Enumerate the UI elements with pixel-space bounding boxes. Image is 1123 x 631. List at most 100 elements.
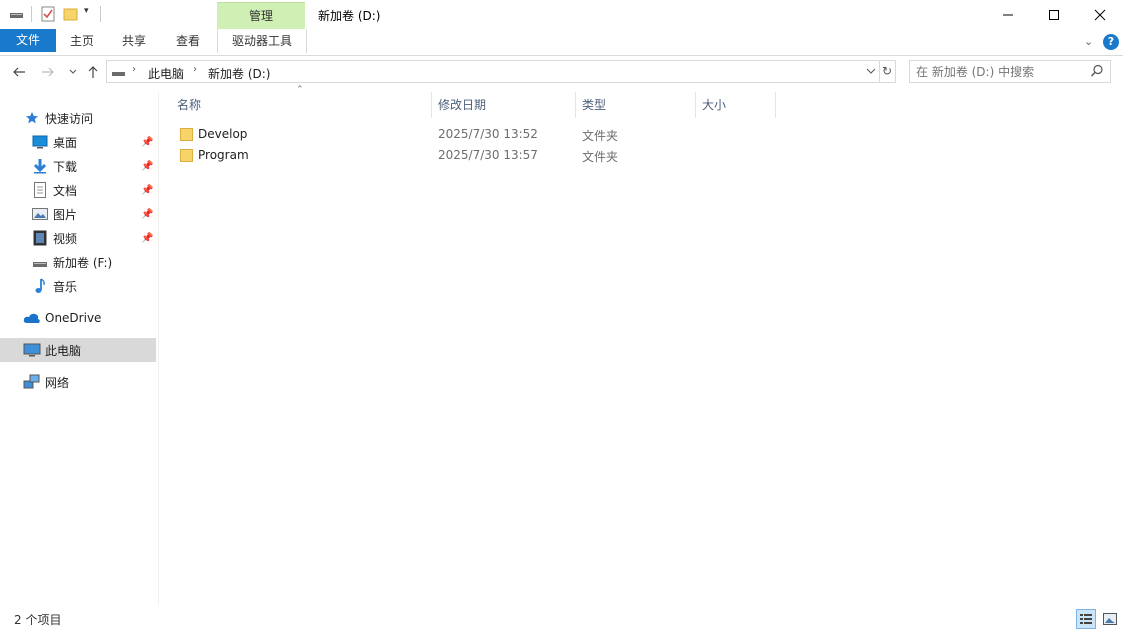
breadcrumb-drive-d[interactable]: 新加卷 (D:) [208,65,270,82]
column-divider[interactable] [575,92,576,118]
nav-label: 音乐 [53,279,78,294]
maximize-button[interactable] [1031,0,1077,30]
column-header-type[interactable]: 类型 [582,92,682,118]
details-view-icon [1080,614,1092,624]
window-title: 新加卷 (D:) [318,9,381,23]
column-header-name[interactable]: 名称 [177,92,427,118]
nav-network[interactable]: 网络 [0,370,156,394]
nav-item-music[interactable]: 音乐 [0,274,156,298]
computer-icon [23,341,41,359]
pin-icon[interactable]: 📌 [141,209,153,220]
file-name[interactable]: Develop [198,127,247,141]
nav-onedrive[interactable]: OneDrive [0,306,156,330]
nav-this-pc[interactable]: 此电脑 [0,338,156,362]
pin-icon[interactable]: 📌 [141,185,153,196]
pin-icon[interactable]: 📌 [141,137,153,148]
folder-icon [180,127,193,141]
pin-icon[interactable]: 📌 [141,161,153,172]
file-type: 文件夹 [582,129,619,143]
properties-icon[interactable] [40,6,56,22]
nav-item-pictures[interactable]: 图片 📌 [0,202,156,226]
nav-item-documents[interactable]: 文档 📌 [0,178,156,202]
tab-drive-tools[interactable]: 驱动器工具 [217,29,307,53]
column-divider[interactable] [431,92,432,118]
help-icon[interactable]: ? [1103,34,1119,50]
nav-item-videos[interactable]: 视频 📌 [0,226,156,250]
nav-item-drive-f[interactable]: 新加卷 (F:) [0,250,156,274]
file-modified: 2025/7/30 13:57 [438,148,538,162]
tab-view[interactable]: 查看 [168,30,208,53]
refresh-icon[interactable]: ↻ [882,64,896,80]
forward-button[interactable] [38,62,58,82]
forward-arrow-icon [42,67,54,77]
breadcrumb-this-pc[interactable]: 此电脑 [148,65,184,82]
search-box[interactable] [909,60,1111,83]
chevron-down-icon [69,69,77,74]
search-input[interactable] [916,63,1086,80]
maximize-icon [1049,10,1059,20]
file-row-program[interactable]: Program 2025/7/30 13:57 文件夹 [176,145,776,166]
nav-item-downloads[interactable]: 下载 📌 [0,154,156,178]
qat-divider [100,6,101,22]
tab-home[interactable]: 主页 [62,30,102,53]
file-row-develop[interactable]: Develop 2025/7/30 13:52 文件夹 [176,124,776,145]
nav-item-desktop[interactable]: 桌面 📌 [0,130,156,154]
drive-icon [111,64,127,80]
ribbon-expand-icon[interactable]: ⌄ [1084,35,1093,48]
address-divider [879,61,880,82]
cloud-icon [23,309,41,327]
file-modified: 2025/7/30 13:52 [438,127,538,141]
address-bar[interactable]: › 此电脑 › 新加卷 (D:) ↻ [106,60,896,83]
nav-label: 新加卷 (F:) [53,255,113,270]
details-view-button[interactable] [1076,609,1096,629]
nav-label: 快速访问 [45,111,94,126]
address-dropdown-button[interactable] [865,64,879,80]
picture-icon [31,205,49,223]
minimize-button[interactable] [985,0,1031,30]
column-divider[interactable] [695,92,696,118]
pane-divider [158,92,159,605]
drive-icon[interactable] [9,6,25,22]
nav-label: 网络 [45,375,70,390]
nav-label: 桌面 [53,135,78,150]
close-button[interactable] [1077,0,1123,30]
folder-icon [180,148,193,162]
music-icon [31,277,49,295]
nav-label: 文档 [53,183,78,198]
nav-label: 视频 [53,231,78,246]
nav-quick-access[interactable]: 快速访问 [0,106,156,130]
drive-icon [31,253,49,271]
tab-manage[interactable]: 管理 [217,2,305,30]
status-bar [0,608,1123,631]
nav-label: 图片 [53,207,78,222]
large-icons-view-icon [1103,613,1117,625]
desktop-icon [31,133,49,151]
close-icon [1094,9,1106,21]
back-arrow-icon [13,67,25,77]
nav-label: 此电脑 [45,343,82,358]
network-icon [23,373,41,391]
file-name[interactable]: Program [198,148,249,162]
download-icon [31,157,49,175]
recent-locations-button[interactable] [63,62,83,82]
document-icon [31,181,49,199]
file-type: 文件夹 [582,150,619,164]
up-arrow-icon [88,66,98,78]
nav-label: OneDrive [45,311,102,325]
new-folder-icon[interactable] [63,6,79,22]
tab-file[interactable]: 文件 [0,29,56,52]
breadcrumb-separator-icon: › [193,64,197,75]
qat-customize-icon[interactable]: ▾ [84,6,96,22]
back-button[interactable] [9,62,29,82]
search-icon[interactable] [1090,64,1104,78]
minimize-icon [1003,14,1013,16]
up-button[interactable] [83,62,103,82]
star-icon [23,109,41,127]
column-header-size[interactable]: 大小 [702,92,772,118]
breadcrumb-separator-icon: › [132,64,136,75]
large-icons-view-button[interactable] [1100,609,1120,629]
column-header-modified[interactable]: 修改日期 [438,92,568,118]
tab-share[interactable]: 共享 [114,30,154,53]
pin-icon[interactable]: 📌 [141,233,153,244]
column-divider[interactable] [775,92,776,118]
